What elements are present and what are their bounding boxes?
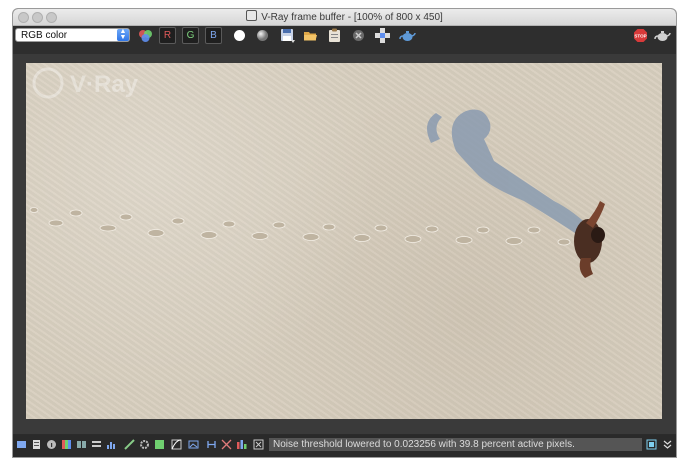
blue-channel-label: B [210,30,217,41]
title-bar: V-Ray frame buffer - [100% of 800 x 450] [13,9,676,26]
color-palette-icon[interactable] [61,439,72,450]
monochrome-icon[interactable] [254,27,271,44]
lookup-table-icon[interactable] [221,439,232,450]
exposure-icon[interactable] [154,439,165,450]
compare-icon[interactable] [76,439,87,450]
color-channel-value: RGB color [21,30,68,41]
bg-image-icon[interactable] [188,439,199,450]
region-render-icon[interactable] [374,27,391,44]
rendered-image: V·Ray [26,63,662,419]
chevron-down-icon[interactable] [662,439,673,450]
alpha-white-icon[interactable] [231,27,248,44]
walking-figure [574,201,605,278]
select-arrows-icon: ▲ ▼ [117,28,129,41]
vray-app-icon [246,10,258,21]
window-title: V-Ray frame buffer - [100% of 800 x 450] [13,10,676,23]
red-channel-label: R [163,30,172,41]
hue-saturation-icon[interactable] [206,439,217,450]
status-message: Noise threshold lowered to 0.023256 with… [269,438,642,451]
red-channel-button[interactable]: R [159,27,176,44]
green-channel-label: G [186,30,195,41]
curves-icon[interactable] [171,439,182,450]
display-settings-icon[interactable] [16,439,27,450]
close-panel-icon[interactable] [253,439,264,450]
color-channel-select[interactable]: RGB color ▲ ▼ [15,28,130,42]
clear-image-icon[interactable] [350,27,367,44]
render-canvas-area[interactable]: V·Ray [13,54,676,434]
footprints-trail [29,207,571,246]
green-channel-button[interactable]: G [182,27,199,44]
fullscreen-icon[interactable] [646,439,657,450]
status-bar: Noise threshold lowered to 0.023256 with… [13,435,676,457]
render-log-icon[interactable] [31,439,42,450]
levels-icon[interactable] [91,439,102,450]
watermark-text: V·Ray [70,71,139,98]
svg-text:STOP: STOP [634,34,646,39]
stop-render-icon[interactable]: STOP [632,27,649,44]
clipboard-icon[interactable] [326,27,343,44]
figure-shadow [427,109,594,239]
open-folder-icon[interactable] [302,27,319,44]
blue-channel-button[interactable]: B [205,27,222,44]
save-image-icon[interactable] [279,27,296,44]
info-icon[interactable] [46,439,57,450]
settings-gear-icon[interactable] [139,439,150,450]
render-scene: V·Ray [29,67,605,278]
render-teapot-icon[interactable] [399,27,416,44]
render-last-teapot-icon[interactable] [654,27,671,44]
vfb-window: V-Ray frame buffer - [100% of 800 x 450]… [13,9,676,457]
color-balance-icon[interactable] [236,439,247,450]
color-corrections-icon[interactable] [137,27,154,44]
window-title-text: V-Ray frame buffer - [100% of 800 x 450] [261,12,443,23]
histogram-icon[interactable] [106,439,117,450]
lens-effects-icon[interactable] [124,439,135,450]
vray-watermark-logo: V·Ray [32,67,139,99]
toolbar: RGB color ▲ ▼ R G B STOP [13,26,676,54]
